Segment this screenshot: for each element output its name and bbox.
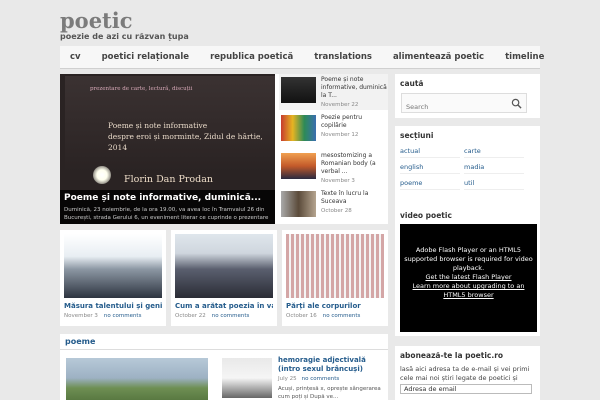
html5-upgrade-link[interactable]: Learn more about upgrading to an HTML5 b… — [404, 282, 533, 300]
slide-image-text-line: Poeme și note informative — [108, 121, 208, 130]
thumbnail — [281, 115, 316, 141]
post-card-image[interactable] — [286, 234, 384, 298]
slide-caption: Poeme și note informative, duminică... D… — [60, 190, 275, 224]
site-description: poezie de azi cu răzvan țupa — [60, 32, 189, 41]
search-icon[interactable] — [511, 98, 522, 109]
main-nav: cv poetici relaționale republica poetică… — [60, 46, 544, 69]
post-card-comments-link[interactable]: no comments — [323, 313, 361, 319]
slide-image-author: Florin Dan Prodan — [124, 174, 214, 185]
nav-item-alimenteaza-poetic[interactable]: alimentează poetic — [393, 52, 484, 62]
section-post-image[interactable] — [66, 358, 208, 400]
section-link-poeme[interactable]: poeme — [400, 176, 460, 190]
search-widget: caută — [395, 74, 540, 118]
slider-item-date: October 28 — [321, 208, 352, 214]
section-link-actual[interactable]: actual — [400, 144, 460, 158]
slide-image-text-line: 2014 — [108, 143, 128, 152]
widget-title: caută — [400, 79, 424, 88]
nav-item-cv[interactable]: cv — [70, 52, 81, 62]
widget-title: secțiuni — [400, 131, 434, 140]
flash-player-link[interactable]: Get the latest Flash Player — [404, 273, 533, 282]
subscribe-widget: abonează-te la poetic.ro lasă aici adres… — [395, 346, 540, 400]
thumbnail — [281, 77, 316, 103]
slider-item-title: Poeme și note informative, duminică la T… — [321, 76, 387, 109]
post-card-title[interactable]: Cum a arătat poezia în va... — [175, 302, 273, 310]
slider-list-item[interactable]: Poeme și note informative, duminică la T… — [279, 74, 388, 110]
section-link-madia[interactable]: madia — [464, 160, 524, 174]
post-card-image[interactable] — [64, 234, 162, 298]
post-card-date: October 22 — [175, 313, 206, 319]
slider-list-item[interactable]: Poezie pentru copilărie November 12 — [279, 112, 388, 148]
search-box — [401, 93, 527, 116]
slider-item-date: November 3 — [321, 178, 355, 184]
slider-item-title-text: Poezie pentru copilărie — [321, 114, 363, 129]
slider-item-title: Texte în lucru la Suceava October 28 — [321, 190, 387, 215]
section-link-carte[interactable]: carte — [464, 144, 524, 158]
site-title[interactable]: poetic — [60, 8, 133, 33]
section-post-title[interactable]: hemoragie adjectivală (intro sexul brânc… — [278, 356, 386, 374]
thumbnail — [281, 153, 316, 179]
lamp-light — [93, 166, 111, 184]
post-card-date: October 16 — [286, 313, 317, 319]
slider-list-item[interactable]: mesostomizing a Romanian body (a verbal … — [279, 150, 388, 186]
slide-image-text: Poeme și note informative despre eroi și… — [108, 120, 263, 153]
slide-title[interactable]: Poeme și note informative, duminică... — [64, 193, 271, 203]
section-post-thumbnail[interactable] — [222, 358, 272, 398]
slider-item-title-text: Texte în lucru la Suceava — [321, 190, 369, 205]
post-card-meta: October 22 no comments — [175, 313, 273, 319]
slider-item-date: November 22 — [321, 102, 359, 108]
nav-item-republica-poetica[interactable]: republica poetică — [210, 52, 293, 62]
section-link-util[interactable]: util — [464, 176, 524, 190]
nav-item-timeline[interactable]: timeline — [505, 52, 544, 62]
section-link-english[interactable]: english — [400, 160, 460, 174]
slide-excerpt: Duminică, 23 noiembrie, de la ora 19.00,… — [64, 207, 269, 221]
slide-image-text-line: despre eroi și morminte, Zidul de hârtie… — [108, 132, 263, 141]
post-card-title[interactable]: Părți ale corpurilor — [286, 302, 384, 310]
post-card: Părți ale corpurilor October 16 no commen… — [282, 230, 388, 326]
post-card-title[interactable]: Măsura talentului și geni... — [64, 302, 162, 310]
widget-title: video poetic — [400, 211, 452, 220]
slider-item-title: mesostomizing a Romanian body (a verbal … — [321, 152, 387, 185]
slider-list-item[interactable]: Texte în lucru la Suceava October 28 — [279, 188, 388, 224]
section-post-comments-link[interactable]: no comments — [302, 376, 340, 382]
section-post-excerpt: Acuși, prințesă x, oprește sângerarea cu… — [278, 386, 381, 400]
featured-slider: prezentare de carte, lectură, discuții P… — [60, 74, 388, 224]
post-card-image[interactable] — [175, 234, 273, 298]
featured-slide[interactable]: prezentare de carte, lectură, discuții P… — [60, 74, 275, 224]
section-post-date: July 25 — [278, 376, 297, 382]
post-card-comments-link[interactable]: no comments — [212, 313, 250, 319]
sections-widget: secțiuni actual carte english madia poem… — [395, 126, 540, 206]
slider-item-title-text: Poeme și note informative, duminică la T… — [321, 76, 387, 99]
post-card-date: November 3 — [64, 313, 98, 319]
slider-item-title: Poezie pentru copilărie November 12 — [321, 114, 387, 139]
post-card-meta: October 16 no comments — [286, 313, 384, 319]
post-card-comments-link[interactable]: no comments — [104, 313, 142, 319]
section-post-meta: July 25 no comments — [278, 376, 339, 382]
post-card-meta: November 3 no comments — [64, 313, 162, 319]
post-card: Cum a arătat poezia în va... October 22 n… — [171, 230, 277, 326]
search-input[interactable] — [402, 98, 502, 116]
nav-item-poetici-relationale[interactable]: poetici relaționale — [102, 52, 189, 62]
widget-title: abonează-te la poetic.ro — [400, 351, 504, 360]
video-player[interactable]: Adobe Flash Player or an HTML5 supported… — [400, 224, 537, 332]
section-heading[interactable]: poeme — [60, 334, 388, 350]
nav-item-translations[interactable]: translations — [314, 52, 372, 62]
slide-image-line: prezentare de carte, lectură, discuții — [90, 86, 193, 92]
email-field[interactable] — [400, 384, 532, 394]
slider-item-title-text: mesostomizing a Romanian body (a verbal … — [321, 152, 376, 175]
video-message: Adobe Flash Player or an HTML5 supported… — [404, 246, 533, 272]
slider-item-date: November 12 — [321, 132, 359, 138]
thumbnail — [281, 191, 316, 217]
video-widget: video poetic Adobe Flash Player or an HT… — [395, 206, 540, 336]
category-section-poeme: poeme hemoragie adjectivală (intro sexul… — [60, 334, 388, 400]
post-card: Măsura talentului și geni... November 3 n… — [60, 230, 166, 326]
